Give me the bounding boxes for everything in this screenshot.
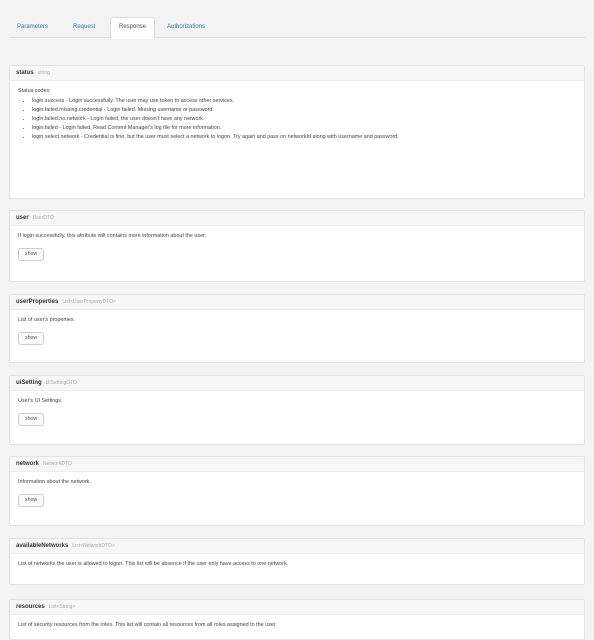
tab-response[interactable]: Response bbox=[110, 17, 156, 39]
field-type: List<UserPropertyDTO> bbox=[62, 299, 116, 305]
status-code-item: login.failed.no.network - Login failed, … bbox=[32, 115, 576, 123]
status-code-list: login.success - Login successfully. The … bbox=[18, 97, 576, 141]
ui-setting-body: User's UI Settings. show bbox=[10, 391, 584, 426]
tab-parameters[interactable]: Parameters bbox=[9, 18, 56, 37]
network-panel: network NetworkDTO Information about the … bbox=[9, 456, 585, 526]
status-body: Status codes: login.success - Login succ… bbox=[10, 81, 584, 141]
network-body: Information about the network. show bbox=[10, 472, 584, 507]
network-header: network NetworkDTO bbox=[10, 457, 584, 472]
user-properties-panel: userProperties List<UserPropertyDTO> List… bbox=[9, 294, 585, 363]
response-docs: Parameters Request Response Authorizatio… bbox=[9, 10, 585, 640]
field-type: List<String> bbox=[48, 604, 76, 610]
tab-bar: Parameters Request Response Authorizatio… bbox=[9, 10, 585, 39]
status-intro: Status codes: bbox=[18, 88, 51, 94]
field-description: List of user's properties. bbox=[18, 317, 76, 323]
status-panel: statusstring Status codes: login.success… bbox=[9, 65, 585, 199]
field-name: availableNetworks bbox=[16, 543, 69, 549]
field-name: userProperties bbox=[16, 299, 59, 305]
available-networks-panel: availableNetworks List<NetworkDTO> List o… bbox=[9, 538, 585, 585]
field-description: Information about the network. bbox=[18, 479, 91, 485]
field-description: List of security resources from the role… bbox=[18, 622, 277, 628]
field-name: resources bbox=[16, 604, 45, 610]
tab-authorizations[interactable]: Authorizations bbox=[159, 18, 213, 37]
field-description: User's UI Settings. bbox=[18, 398, 63, 404]
ui-setting-panel: uiSetting UISettingDTO User's UI Settings… bbox=[9, 375, 585, 445]
field-description: List of networks the user is allowed to … bbox=[18, 561, 289, 567]
resources-body: List of security resources from the role… bbox=[10, 615, 584, 629]
field-type: List<NetworkDTO> bbox=[72, 543, 115, 549]
status-header: status string bbox=[10, 66, 584, 81]
available-networks-header: availableNetworks List<NetworkDTO> bbox=[10, 539, 584, 554]
field-type: UserDTO bbox=[32, 215, 54, 221]
ui-setting-header: uiSetting UISettingDTO bbox=[10, 376, 584, 391]
show-user-properties-button[interactable]: show bbox=[18, 332, 45, 345]
resources-panel: resources List<String> List of security r… bbox=[9, 599, 585, 640]
field-name: uiSetting bbox=[16, 380, 42, 386]
field-type: UISettingDTO bbox=[45, 380, 77, 386]
show-network-button[interactable]: show bbox=[18, 494, 45, 507]
show-ui-setting-button[interactable]: show bbox=[18, 413, 45, 426]
field-type: string bbox=[37, 70, 50, 76]
field-name: status bbox=[16, 70, 34, 76]
status-code-item: login.failed - Login failed. Read Conten… bbox=[32, 124, 576, 132]
available-networks-body: List of networks the user is allowed to … bbox=[10, 554, 584, 568]
show-user-button[interactable]: show bbox=[18, 248, 45, 261]
user-panel: user UserDTO If login successfully, this … bbox=[9, 210, 585, 282]
resources-header: resources List<String> bbox=[10, 600, 584, 615]
status-code-item: login.failed.missing.credential - Login … bbox=[32, 106, 576, 114]
status-code-item: login.select.network - Credential is fin… bbox=[32, 133, 576, 141]
user-properties-body: List of user's properties. show bbox=[10, 310, 584, 345]
user-properties-header: userProperties List<UserPropertyDTO> bbox=[10, 295, 584, 310]
field-type: NetworkDTO bbox=[43, 461, 72, 467]
field-description: If login successfully, this attribute wi… bbox=[18, 233, 207, 239]
user-header: user UserDTO bbox=[10, 211, 584, 226]
user-body: If login successfully, this attribute wi… bbox=[10, 226, 584, 261]
status-code-item: login.success - Login successfully. The … bbox=[32, 97, 576, 105]
tab-request[interactable]: Request bbox=[65, 18, 103, 37]
field-name: user bbox=[16, 215, 29, 221]
field-name: network bbox=[16, 461, 40, 467]
